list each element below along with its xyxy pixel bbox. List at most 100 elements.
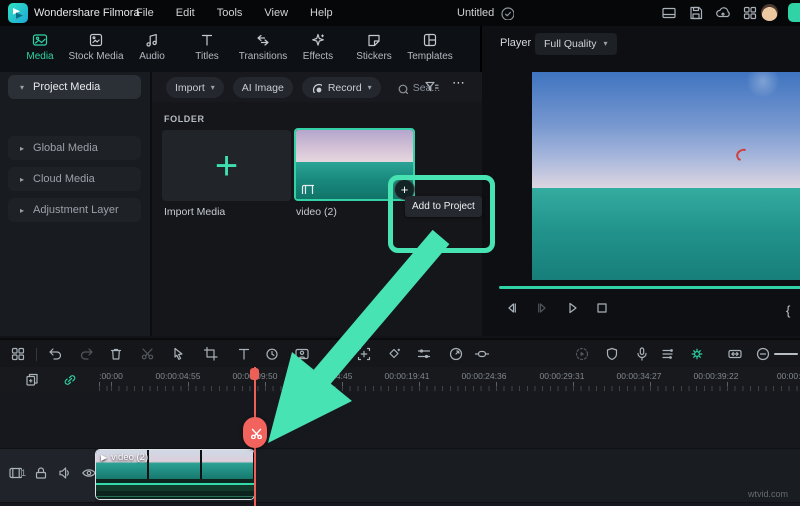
menu-edit[interactable]: Edit [176,7,195,19]
player-seekbar[interactable] [499,286,800,289]
chevron-down-icon: ▾ [604,40,608,48]
chevron-down-icon: ▾ [368,84,372,92]
step-forward-button[interactable] [534,300,550,316]
tab-effects[interactable]: Effects [290,32,346,62]
chevron-right-icon: ▸ [20,144,24,153]
menubar: Wondershare Filmora File Edit Tools View… [0,0,800,27]
zoom-out-icon[interactable] [755,346,771,362]
stop-button[interactable] [594,300,610,316]
import-media-tile[interactable]: + [162,130,291,201]
play-button[interactable] [564,300,580,316]
tab-templates[interactable]: Templates [402,32,458,62]
workspace-switch-icon[interactable] [10,346,26,362]
delete-icon[interactable] [108,346,124,362]
auto-reframe-icon[interactable] [727,346,743,362]
playhead-handle[interactable] [250,368,259,380]
ruler-label: 00:00:19:41 [385,371,430,381]
voiceover-mic-icon[interactable] [634,346,650,362]
ruler-label: 00:00:39:22 [694,371,739,381]
ruler-ticks-minor [95,386,800,391]
ai-image-button[interactable]: AI Image [233,77,293,98]
record-button[interactable]: Record▾ [302,77,381,98]
shield-icon[interactable] [604,346,620,362]
quality-dropdown[interactable]: Full Quality▾ [535,33,617,55]
tab-titles[interactable]: Titles [179,32,235,62]
tab-stickers[interactable]: Stickers [346,32,402,62]
tab-transitions[interactable]: Transitions [235,32,291,62]
export-button[interactable] [788,3,800,22]
tab-stock-media[interactable]: Stock Media [68,32,124,62]
text-tool-icon[interactable] [236,346,252,362]
audio-mixer-icon[interactable] [660,346,676,362]
tab-audio[interactable]: Audio [124,32,180,62]
video-preview[interactable] [532,72,800,280]
filmora-app: Wondershare Filmora File Edit Tools View… [0,0,800,506]
previous-frame-button[interactable] [504,300,520,316]
menu-view[interactable]: View [264,7,288,19]
snapshot-bracket-icon[interactable]: { [786,303,790,318]
project-title: Untitled [457,7,494,19]
select-cursor-icon[interactable] [170,346,186,362]
video-track-row: 1 ▶ video (2) [0,448,800,503]
hide-track-icon[interactable] [81,465,95,479]
sync-status-icon[interactable] [500,6,514,20]
timeline-clip[interactable]: ▶ video (2) [95,449,255,500]
speed-ramp-icon[interactable] [448,346,464,362]
auto-ripple-link-icon[interactable] [62,372,78,388]
marker-icon[interactable] [356,346,372,362]
ruler-label: 00:00:14:45 [308,371,353,381]
undo-icon[interactable] [48,346,64,362]
import-button[interactable]: Import▾ [166,77,224,98]
ruler-label: 00:00:34:27 [617,371,662,381]
user-avatar[interactable] [761,4,778,21]
play-badge-icon: ▶ [101,453,107,462]
app-title: Wondershare Filmora [34,7,140,19]
track-type-icon [8,465,22,479]
cloud-upload-icon[interactable] [715,5,731,21]
add-to-project-tooltip: Add to Project [405,196,482,217]
filmora-logo-icon [8,3,28,23]
filter-icon[interactable] [424,79,440,95]
ruler-label: :00:00 [99,371,123,381]
speed-clock-icon[interactable] [264,346,280,362]
workspace-grid-icon[interactable] [742,5,758,21]
paste-board-icon[interactable] [24,372,40,388]
ruler-label: 00:00:04:55 [156,371,201,381]
chevron-right-icon: ▸ [20,206,24,215]
timeline-ruler[interactable]: :00:00 00:00:04:55 00:00:09:50 00:00:14:… [0,367,800,393]
layout-panel-icon[interactable] [661,5,677,21]
menu-help[interactable]: Help [310,7,333,19]
more-options-icon[interactable]: ⋯ [452,75,466,91]
track-header: 1 [0,449,95,502]
watermark-text: wtvid.com [748,489,788,499]
stabilization-icon[interactable] [474,346,490,362]
timeline-tracks[interactable]: 1 ▶ video (2) [0,393,800,506]
mute-track-icon[interactable] [57,465,71,479]
redo-icon[interactable] [78,346,94,362]
clip-label: ▶ video (2) [101,452,148,463]
keyframe-icon[interactable] [386,346,402,362]
lock-track-icon[interactable] [33,465,47,479]
tab-media[interactable]: Media [12,32,68,62]
asset-tab-rail: Media Stock Media Audio Titles Transitio… [0,26,480,73]
folder-heading: FOLDER [164,114,205,124]
menu-file[interactable]: File [136,7,154,19]
sidebar-item-project-media[interactable]: ▾ Project Media [8,75,141,99]
preview-ocean [532,188,800,280]
save-icon[interactable] [688,5,704,21]
sidebar-item-adjustment-layer[interactable]: ▸ Adjustment Layer [8,198,141,222]
effects-plugin-icon[interactable] [689,346,705,362]
adjust-sliders-icon[interactable] [416,346,432,362]
split-scissors-icon[interactable] [140,346,156,362]
import-media-label: Import Media [164,206,225,218]
menu-tools[interactable]: Tools [217,7,243,19]
split-tool-button[interactable] [243,417,267,448]
media-sidebar: ▾ Project Media Folder ▸ Global Media ▸ … [0,72,150,336]
sidebar-item-cloud-media[interactable]: ▸ Cloud Media [8,167,141,191]
render-preview-icon[interactable] [574,346,590,362]
timeline-zoom-slider[interactable] [774,353,798,355]
crop-icon[interactable] [203,346,219,362]
track-number: 1 [21,468,26,478]
mask-icon[interactable] [294,346,310,362]
sidebar-item-global-media[interactable]: ▸ Global Media [8,136,141,160]
